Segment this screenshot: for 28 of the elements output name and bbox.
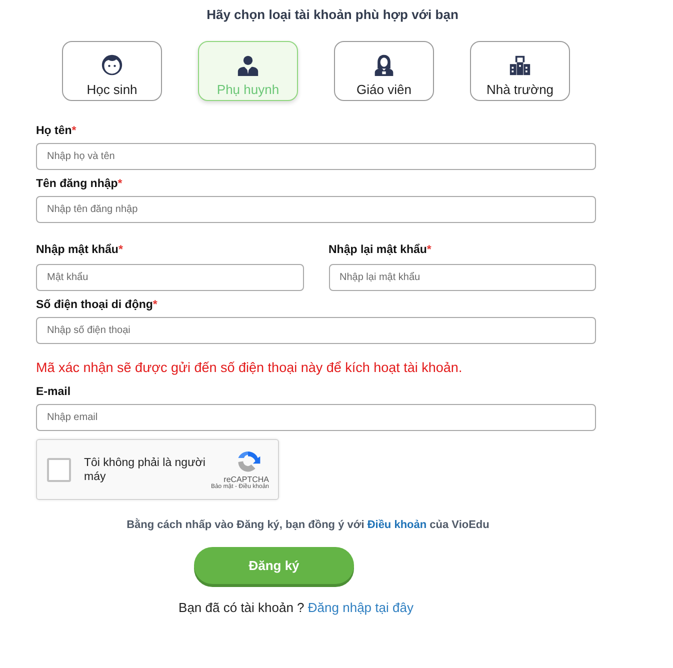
field-label: Nhập lại mật khẩu* <box>328 244 432 258</box>
input-field[interactable]: Nhập lại mật khẩu <box>328 264 596 291</box>
input-field[interactable]: Nhập email <box>36 404 596 431</box>
field-label: E-mail <box>36 386 72 400</box>
input-field[interactable]: Nhập số điện thoại <box>36 317 596 344</box>
login-question: Bạn đã có tài khoản ? <box>178 600 304 615</box>
field-label: Họ tên* <box>36 125 78 139</box>
face-icon <box>101 54 123 76</box>
notice-text: Mã xác nhận sẽ được gửi đến số điện thoại này để kích hoạt tài khoản. <box>36 360 464 375</box>
account-type-tab[interactable]: Học sinh <box>62 41 162 101</box>
field-label: Nhập mật khẩu* <box>36 244 124 258</box>
recaptcha-brand: reCAPTCHA <box>224 475 269 484</box>
input-field[interactable]: Mật khẩu <box>36 264 304 291</box>
terms-link[interactable]: Điều khoản <box>367 519 427 531</box>
account-type-tab[interactable]: Giáo viên <box>334 41 434 101</box>
input-field[interactable]: Nhập họ và tên <box>36 143 596 170</box>
field-label: Số điện thoại di động* <box>36 299 158 313</box>
account-type-tab[interactable]: Nhà trường <box>470 41 570 101</box>
login-link[interactable]: Đăng nhập tại đây <box>308 600 414 615</box>
building-icon <box>509 54 531 76</box>
person-in-suit-icon <box>237 54 259 76</box>
field-label: Tên đăng nhập* <box>36 178 124 192</box>
input-field[interactable]: Nhập tên đăng nhập <box>36 196 596 223</box>
woman-icon <box>373 54 395 76</box>
terms-text: Bằng cách nhấp vào Đăng ký, bạn đồng ý với Điều khoản của VioEdu <box>126 519 490 531</box>
page-heading: Hãy chọn loại tài khoản phù hợp với bạn <box>206 7 460 23</box>
captcha-checkbox[interactable] <box>47 458 71 482</box>
captcha-label: Tôi không phải là người máy <box>84 456 206 484</box>
